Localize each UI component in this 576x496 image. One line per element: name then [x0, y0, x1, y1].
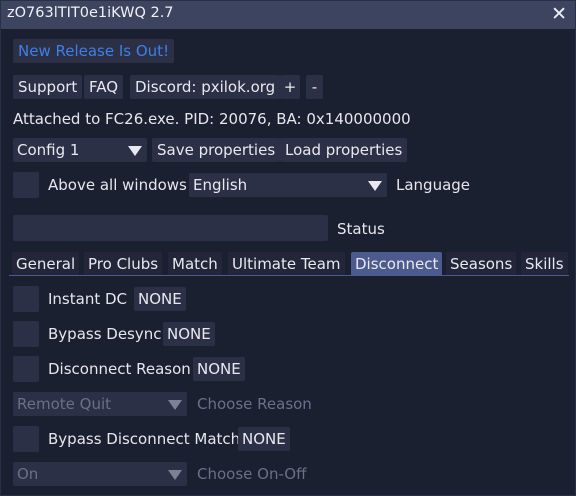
window-title: zO763lTIT0e1iKWQ 2.7 [7, 5, 174, 21]
plus-button[interactable]: + [280, 75, 300, 99]
bypass-disconnect-match-checkbox[interactable] [13, 426, 39, 452]
choose-on-off-label: Choose On-Off [197, 465, 307, 483]
save-properties-button[interactable]: Save properties [152, 138, 281, 162]
faq-button[interactable]: FAQ [84, 75, 124, 99]
attached-info: Attached to FC26.exe. PID: 20076, BA: 0x… [13, 110, 411, 128]
reason-select-value: Remote Quit [17, 395, 112, 413]
triangle-down-icon [168, 400, 182, 410]
choose-reason-label: Choose Reason [197, 395, 312, 413]
bypass-desync-label: Bypass Desync [48, 325, 162, 343]
app-window: zO763lTIT0e1iKWQ 2.7 ✕ New Release Is Ou… [0, 0, 576, 496]
disconnect-reason-hotkey[interactable]: NONE [193, 357, 245, 381]
tab-skills[interactable]: Skills [521, 252, 568, 276]
above-all-label: Above all windows [48, 176, 187, 194]
disconnect-reason-checkbox[interactable] [13, 356, 39, 382]
title-bar[interactable]: zO763lTIT0e1iKWQ 2.7 ✕ [1, 1, 575, 29]
config-select-value: Config 1 [17, 141, 80, 159]
tab-disconnect[interactable]: Disconnect [351, 252, 443, 276]
above-all-checkbox[interactable] [13, 172, 39, 198]
instant-dc-label: Instant DC [48, 290, 127, 308]
disconnect-reason-label: Disconnect Reason [48, 360, 191, 378]
tab-underline [9, 275, 569, 276]
language-label: Language [396, 176, 471, 194]
tab-match[interactable]: Match [168, 252, 222, 276]
new-release-button[interactable]: New Release Is Out! [13, 39, 175, 63]
load-properties-button[interactable]: Load properties [280, 138, 408, 162]
language-select[interactable]: English [189, 173, 387, 197]
config-select[interactable]: Config 1 [13, 138, 147, 162]
language-select-value: English [193, 176, 248, 194]
tab-seasons[interactable]: Seasons [446, 252, 517, 276]
reason-select[interactable]: Remote Quit [13, 392, 187, 416]
minus-button[interactable]: - [306, 75, 323, 99]
tab-general[interactable]: General [12, 252, 80, 276]
on-off-select[interactable]: On [13, 462, 187, 486]
support-button[interactable]: Support [13, 75, 83, 99]
status-field[interactable] [13, 215, 328, 241]
triangle-down-icon [168, 470, 182, 480]
status-label: Status [337, 220, 385, 238]
bypass-disconnect-match-hotkey[interactable]: NONE [238, 427, 290, 451]
bypass-disconnect-match-label: Bypass Disconnect Match [48, 430, 241, 448]
bypass-desync-checkbox[interactable] [13, 321, 39, 347]
close-icon[interactable]: ✕ [551, 3, 567, 25]
on-off-select-value: On [17, 465, 39, 483]
discord-button[interactable]: Discord: pxilok.org [130, 75, 281, 99]
bypass-desync-hotkey[interactable]: NONE [163, 322, 215, 346]
tab-ultimate-team[interactable]: Ultimate Team [228, 252, 345, 276]
instant-dc-hotkey[interactable]: NONE [134, 287, 186, 311]
triangle-down-icon [368, 181, 382, 191]
triangle-down-icon [128, 146, 142, 156]
tab-pro-clubs[interactable]: Pro Clubs [84, 252, 163, 276]
instant-dc-checkbox[interactable] [13, 286, 39, 312]
